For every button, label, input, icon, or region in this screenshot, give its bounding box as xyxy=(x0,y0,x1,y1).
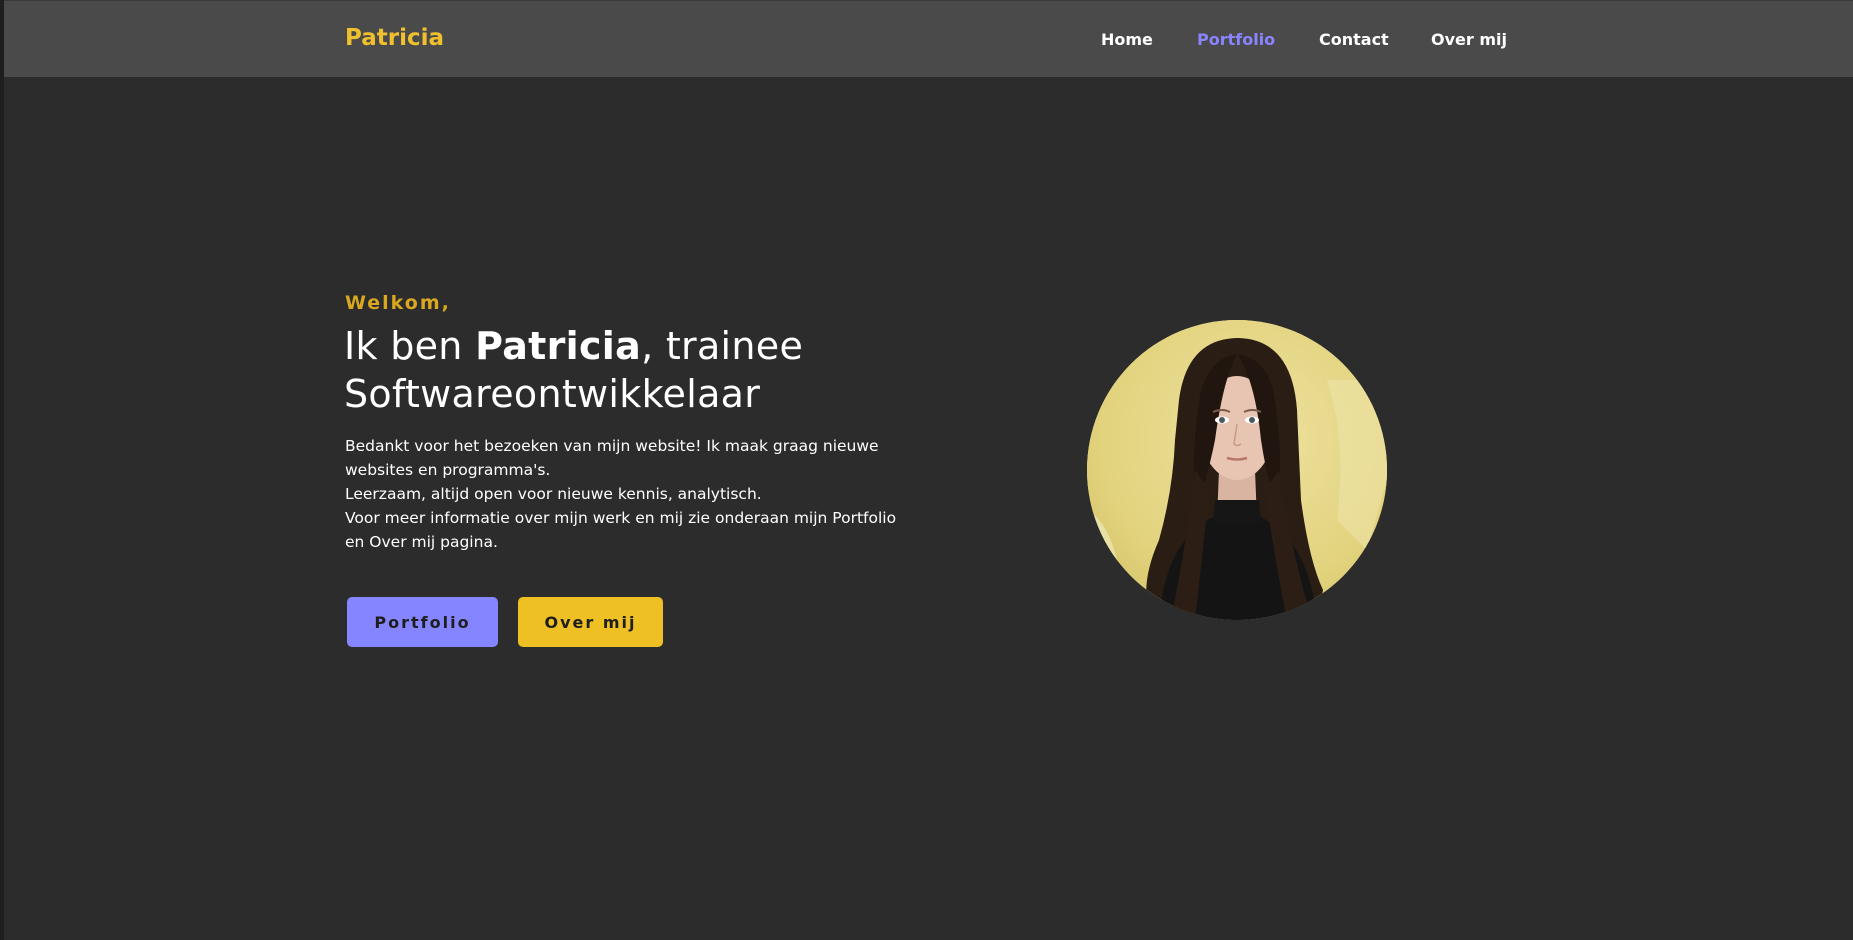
nav-portfolio[interactable]: Portfolio xyxy=(1197,30,1275,49)
nav-home[interactable]: Home xyxy=(1101,30,1153,49)
page: Patricia Home Portfolio Contact Over mij… xyxy=(0,0,1853,940)
nav-contact[interactable]: Contact xyxy=(1319,30,1389,49)
welcome-greeting: Welkom, xyxy=(345,292,451,314)
brand-logo[interactable]: Patricia xyxy=(345,25,444,51)
headline-name: Patricia xyxy=(475,324,642,368)
intro-line-3: Voor meer informatie over mijn werk en m… xyxy=(345,509,897,551)
intro-text: Bedankt voor het bezoeken van mijn websi… xyxy=(345,434,905,554)
hero-headline: Ik ben Patricia, trainee Softwareontwikk… xyxy=(344,322,964,418)
over-mij-button[interactable]: Over mij xyxy=(518,597,663,647)
profile-photo xyxy=(1087,320,1387,620)
intro-line-1: Bedankt voor het bezoeken van mijn websi… xyxy=(345,437,879,479)
portrait-illustration xyxy=(1087,320,1387,620)
navbar: Patricia Home Portfolio Contact Over mij xyxy=(4,0,1853,77)
intro-line-2: Leerzaam, altijd open voor nieuwe kennis… xyxy=(345,485,762,503)
headline-prefix: Ik ben xyxy=(344,324,476,368)
nav-over-mij[interactable]: Over mij xyxy=(1431,30,1507,49)
portfolio-button[interactable]: Portfolio xyxy=(347,597,498,647)
window-edge xyxy=(0,0,4,940)
